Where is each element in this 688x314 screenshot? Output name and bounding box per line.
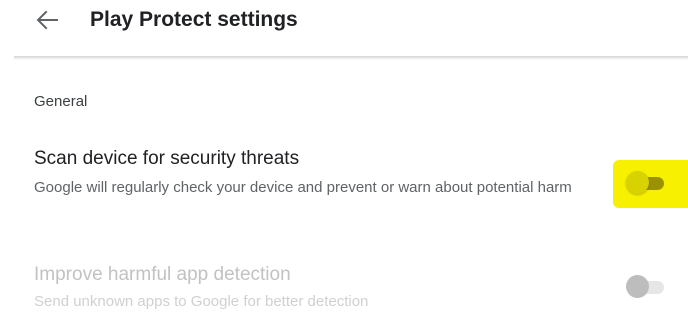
section-header-general: General [34,93,88,110]
setting-subtitle: Send unknown apps to Google for better d… [34,293,369,310]
toggle-thumb [626,171,649,194]
back-button[interactable] [30,6,64,34]
improve-detection-toggle[interactable] [626,275,666,299]
setting-title: Scan device for security threats [34,148,300,169]
app-bar: Play Protect settings [0,0,688,44]
setting-subtitle: Google will regularly check your device … [34,179,572,196]
arrow-back-icon [36,10,58,30]
toggle-thumb [626,275,649,298]
page-title: Play Protect settings [90,8,298,31]
setting-title: Improve harmful app detection [34,264,291,285]
app-bar-shadow [14,56,688,60]
scan-device-toggle[interactable] [626,171,666,195]
